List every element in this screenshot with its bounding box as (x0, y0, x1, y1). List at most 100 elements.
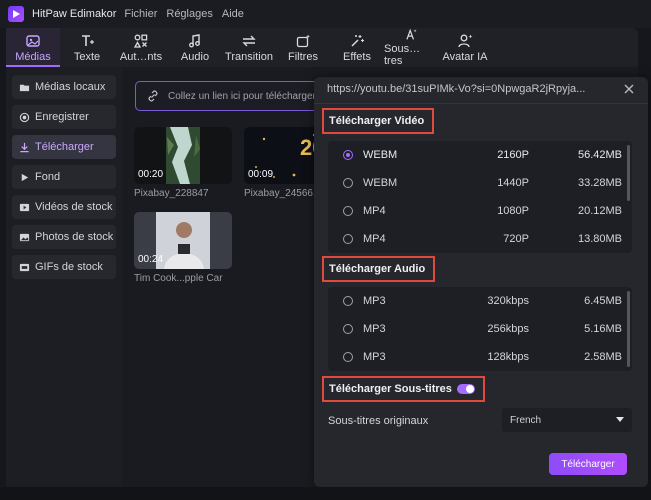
media-name: Pixabay_245661 (244, 188, 319, 199)
tab-medias[interactable]: Médias (6, 28, 60, 67)
sidebar-item-telecharger[interactable]: Télécharger (12, 135, 116, 159)
tab-sous-titres[interactable]: Sous…tres (384, 28, 438, 67)
radio-button-checked[interactable] (343, 150, 353, 160)
audio-section-title: Télécharger Audio (322, 256, 436, 282)
option-format: MP3 (363, 323, 386, 335)
audio-options-list: MP3 320kbps 6.45MB MP3 256kbps 5.16MB MP… (328, 287, 632, 371)
media-duration: 00:09 (248, 169, 274, 180)
close-icon[interactable] (622, 82, 636, 96)
option-format: MP4 (363, 233, 386, 245)
app-logo-icon (8, 6, 24, 22)
link-input[interactable]: Collez un lien ici pour télécharger (135, 81, 325, 111)
music-note-icon (189, 33, 200, 47)
panel-url: https://youtu.be/31suPIMk-Vo?si=0NpwgaR2… (327, 83, 586, 95)
tab-auto-elements[interactable]: Aut…nts (114, 28, 168, 67)
sidebar-item-label: Fond (35, 171, 61, 183)
avatar-icon (458, 34, 473, 47)
link-input-placeholder: Collez un lien ici pour télécharger (168, 90, 316, 102)
option-format: MP3 (363, 295, 386, 307)
video-option-row[interactable]: WEBM 1440P 33.28MB (328, 169, 632, 197)
timeline-edge (0, 487, 651, 500)
sidebar-item-label: Télécharger (35, 141, 94, 153)
tab-effets[interactable]: Effets (330, 28, 384, 67)
option-format: MP3 (363, 351, 386, 363)
media-duration: 00:24 (138, 254, 164, 265)
chevron-down-icon (616, 417, 624, 422)
audio-options-scrollbar[interactable] (627, 291, 630, 367)
media-sidebar: Médias locaux Enregistrer Télécharger Fo… (6, 67, 122, 487)
sidebar-item-medias-locaux[interactable]: Médias locaux (12, 75, 116, 99)
audio-option-row[interactable]: MP3 256kbps 5.16MB (328, 315, 632, 343)
video-option-row[interactable]: WEBM 2160P 56.42MB (328, 141, 632, 169)
radio-button[interactable] (343, 234, 353, 244)
menu-reglages[interactable]: Réglages (166, 8, 212, 20)
sidebar-item-label: Photos de stock (35, 231, 114, 243)
radio-button[interactable] (343, 206, 353, 216)
tab-avatar-ia-label: Avatar IA (442, 50, 488, 63)
option-size: 13.80MB (577, 233, 622, 245)
video-options-list: WEBM 2160P 56.42MB WEBM 1440P 33.28MB MP… (328, 141, 632, 253)
main-toolbar: Médias Texte Aut…nts Audio Transition Fi… (6, 28, 638, 67)
subtitles-original-label: Sous-titres originaux (328, 415, 429, 427)
option-format: WEBM (363, 177, 398, 189)
media-thumbnail[interactable]: 00:24 (134, 212, 232, 269)
tab-transition[interactable]: Transition (222, 28, 276, 67)
radio-button[interactable] (343, 178, 353, 188)
tab-avatar-ia[interactable]: Avatar IA (438, 28, 492, 67)
audio-option-row[interactable]: MP3 320kbps 6.45MB (328, 287, 632, 315)
media-thumbnail[interactable]: 00:20 (134, 127, 232, 184)
option-quality: 2160P (497, 149, 529, 161)
subtitles-icon (406, 28, 417, 40)
sidebar-item-label: Enregistrer (35, 111, 89, 123)
sidebar-item-fond[interactable]: Fond (12, 165, 116, 189)
tab-auto-elements-label: Aut…nts (119, 50, 163, 63)
video-option-row[interactable]: MP4 1080P 20.12MB (328, 197, 632, 225)
sidebar-item-label: Vidéos de stock (35, 201, 113, 213)
menu-aide[interactable]: Aide (222, 8, 244, 20)
tab-medias-label: Médias (15, 50, 51, 63)
media-name: Pixabay_228847 (134, 188, 209, 199)
tab-filtres[interactable]: Filtres (276, 28, 330, 67)
sidebar-item-videos-de-stock[interactable]: Vidéos de stock (12, 195, 116, 219)
radio-button[interactable] (343, 296, 353, 306)
option-format: WEBM (363, 149, 398, 161)
sidebar-item-photos-de-stock[interactable]: Photos de stock (12, 225, 116, 249)
tab-sous-titres-label: Sous…tres (384, 43, 421, 67)
subtitles-section-label: Télécharger Sous-titres (329, 383, 452, 395)
option-quality: 320kbps (487, 295, 529, 307)
radio-button[interactable] (343, 324, 353, 334)
sidebar-item-gifs-de-stock[interactable]: GIFs de stock (12, 255, 116, 279)
sidebar-item-enregistrer[interactable]: Enregistrer (12, 105, 116, 129)
tab-audio[interactable]: Audio (168, 28, 222, 67)
menu-fichier[interactable]: Fichier (124, 8, 157, 20)
tab-filtres-label: Filtres (288, 50, 318, 63)
video-options-scrollbar[interactable] (627, 145, 630, 201)
option-quality: 1440P (497, 177, 529, 189)
audio-section-label: Télécharger Audio (329, 263, 426, 275)
tab-texte[interactable]: Texte (60, 28, 114, 67)
download-button-label: Télécharger (561, 458, 615, 470)
video-section-label: Télécharger Vidéo (329, 115, 425, 127)
option-quality: 720P (503, 233, 529, 245)
record-icon (19, 112, 30, 122)
tab-effets-label: Effets (343, 50, 371, 63)
auto-elements-icon (133, 34, 148, 48)
option-size: 2.58MB (584, 351, 622, 363)
radio-button[interactable] (343, 352, 353, 362)
filter-icon (296, 34, 310, 47)
stock-video-icon (19, 203, 30, 211)
option-quality: 1080P (497, 205, 529, 217)
subtitles-toggle[interactable] (456, 384, 475, 394)
effects-icon (351, 34, 364, 47)
option-size: 6.45MB (584, 295, 622, 307)
stock-photo-icon (19, 233, 30, 241)
panel-divider (314, 103, 648, 104)
audio-option-row[interactable]: MP3 128kbps 2.58MB (328, 343, 632, 371)
sidebar-item-label: Médias locaux (35, 81, 106, 93)
option-size: 56.42MB (577, 149, 622, 161)
option-quality: 128kbps (487, 351, 529, 363)
option-size: 20.12MB (577, 205, 622, 217)
video-option-row[interactable]: MP4 720P 13.80MB (328, 225, 632, 253)
download-button[interactable]: Télécharger (549, 453, 627, 475)
subtitles-language-select[interactable]: French (502, 408, 632, 432)
